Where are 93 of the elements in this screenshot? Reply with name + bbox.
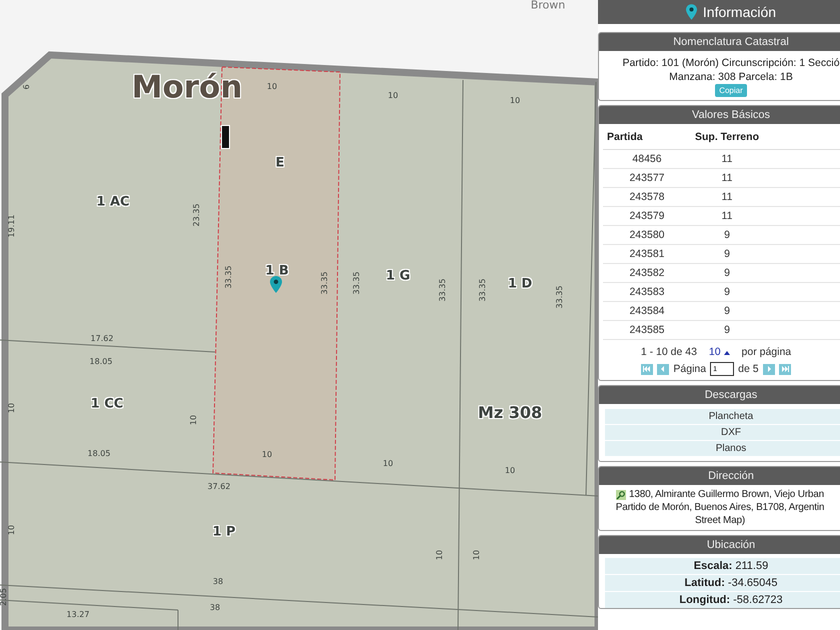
parcel-label: 1 G: [386, 270, 410, 282]
table-cell: 9: [691, 245, 840, 264]
page-size-dropdown[interactable]: 10: [708, 346, 730, 358]
table-cell: 48456: [603, 150, 691, 169]
table-cell: 11: [691, 150, 840, 169]
parcel-label: 1 B: [265, 264, 289, 278]
table-cell: 243577: [603, 169, 691, 188]
card-header: Dirección: [599, 467, 840, 485]
dimension-label: 10: [510, 97, 520, 105]
location-row: Latitud: -34.65045: [605, 574, 840, 591]
location-row: Escala: 211.59: [605, 557, 840, 574]
table-cell: 243583: [603, 283, 691, 302]
dimension-label: 37.62: [208, 483, 230, 491]
parcel-label: 1 CC: [90, 398, 124, 410]
dimension-label: 18.05: [88, 450, 110, 458]
column-header: Sup. Terreno: [691, 124, 840, 150]
table-cell: 9: [691, 226, 840, 245]
dimension-label: 38: [210, 604, 220, 612]
range-text: 1 - 10 de 43: [640, 346, 697, 358]
table-cell: 243584: [603, 302, 691, 321]
dimension-label: 10: [504, 467, 516, 475]
dimension-label: 6: [23, 84, 31, 90]
table-cell: 9: [691, 283, 840, 302]
download-link[interactable]: DXF: [605, 424, 840, 440]
parcel-label: 1 D: [508, 278, 532, 290]
table-cell: 11: [691, 207, 840, 226]
dimension-label: 33.35: [479, 278, 487, 302]
dimension-label: 10: [266, 83, 278, 91]
address-line: Partido de Morón, Buenos Aires, B1708, Argentin: [616, 501, 824, 514]
parcel-label: 1 P: [212, 526, 236, 538]
dimension-label: 33.35: [353, 272, 361, 294]
dimension-label: 10: [8, 402, 16, 414]
per-page-text: por página: [742, 346, 792, 358]
dimension-label: 10: [8, 524, 16, 536]
dimension-label: 10: [436, 550, 444, 560]
dimension-label: 23.35: [193, 204, 201, 226]
dimension-label: 18.05: [90, 358, 112, 366]
dimension-label: 10: [388, 92, 398, 100]
dimension-label: 33.35: [225, 266, 233, 288]
table-cell: 11: [691, 169, 840, 188]
table-cell: 243578: [603, 188, 691, 207]
card-header: Valores Básicos: [599, 106, 840, 124]
map-pin-icon: [686, 4, 697, 20]
address-line: Street Map): [694, 514, 746, 527]
dimension-label: 10: [473, 550, 481, 560]
dimension-label: 19.11: [8, 214, 16, 238]
next-page-button[interactable]: [762, 364, 775, 374]
dimension-label: 13.27: [66, 611, 90, 619]
last-page-button[interactable]: [778, 364, 791, 374]
table-cell: 9: [691, 264, 840, 283]
table-cell: 243581: [603, 245, 691, 264]
page-total: de 5: [738, 363, 759, 375]
parcel-label: E: [276, 156, 284, 170]
page-label: Página: [673, 363, 706, 375]
table-cell: 243580: [603, 226, 691, 245]
address-line: 1380, Almirante Guillermo Brown, Viejo Urban: [628, 488, 824, 501]
card-header: Descargas: [599, 386, 840, 404]
download-link[interactable]: Plancheta: [605, 408, 840, 424]
location-row: Longitud: -58.62723: [605, 591, 840, 608]
caret-up-icon: [724, 351, 730, 355]
dimension-label: 10: [382, 460, 394, 468]
dimension-label: 10: [190, 414, 198, 426]
skip-back-icon: [643, 366, 652, 372]
download-link[interactable]: Planos: [605, 440, 840, 456]
dimension-label: 10: [262, 451, 272, 459]
table-cell: 9: [691, 302, 840, 321]
block-label: Mz 308: [478, 405, 542, 421]
locality-label: Morón: [132, 72, 242, 104]
table-cell: 243582: [603, 264, 691, 283]
column-header: Partida: [603, 124, 691, 150]
nomenclature-text: Partido: 101 (Morón) Circunscripción: 1 Secció: [621, 56, 840, 70]
table-cell: 11: [691, 188, 840, 207]
dimension-label: 33.35: [439, 278, 447, 302]
panel-title: Información: [702, 4, 776, 20]
card-header: Nomenclatura Catastral: [599, 33, 840, 51]
parcel-label: 1 AC: [96, 196, 130, 208]
card-header: Ubicación: [599, 536, 840, 554]
first-page-button[interactable]: [641, 364, 654, 374]
previous-page-button[interactable]: [657, 364, 670, 374]
table-cell: 243579: [603, 207, 691, 226]
map-pin-icon: [270, 276, 282, 293]
dimension-label: 33.35: [321, 272, 329, 294]
dimension-label: 2.05: [0, 588, 8, 606]
skip-forward-icon: [780, 366, 789, 372]
nomenclature-text: Manzana: 308 Parcela: 1B: [668, 70, 794, 84]
street-label: Brown: [530, 0, 566, 10]
marker-bar-icon: [221, 125, 230, 149]
dimension-label: 33.35: [556, 286, 564, 308]
table-cell: 9: [691, 321, 840, 340]
map-search-icon: [616, 490, 626, 500]
table-cell: 243585: [603, 321, 691, 340]
dimension-label: 38: [212, 578, 224, 586]
dimension-label: 17.62: [90, 335, 114, 343]
